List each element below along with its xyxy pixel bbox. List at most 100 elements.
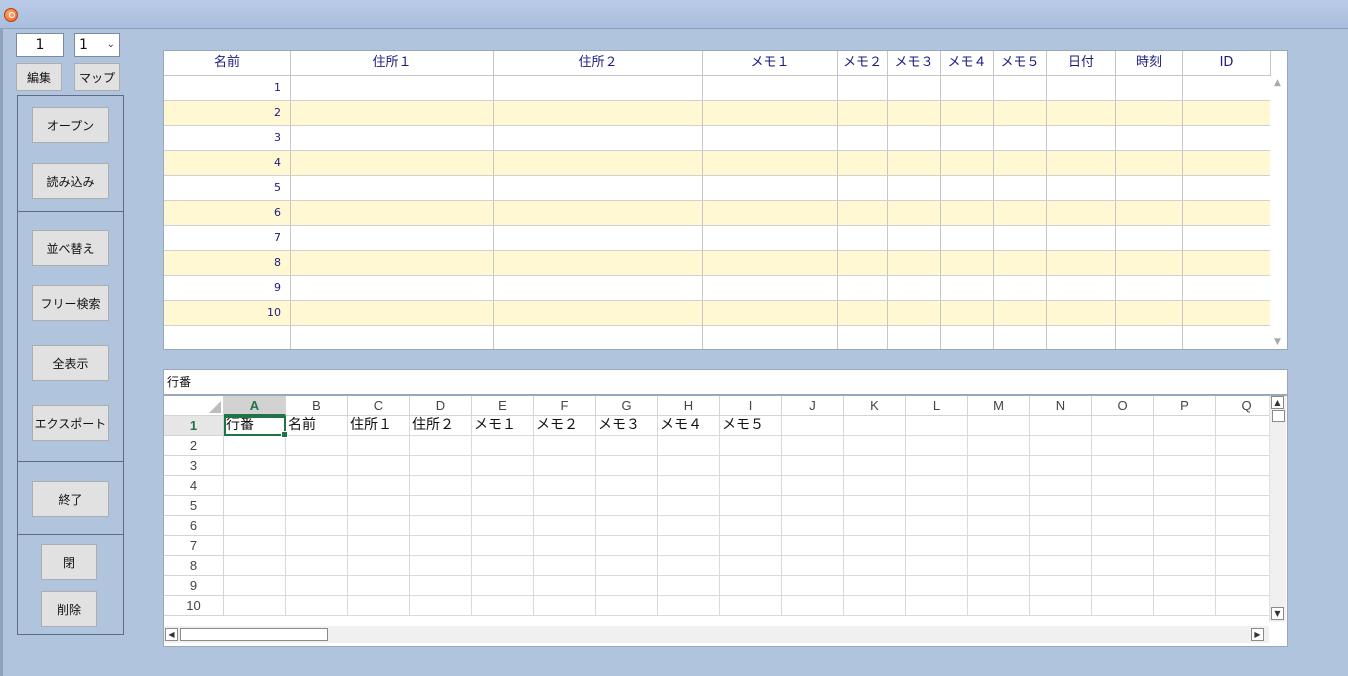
grid-cell[interactable]	[888, 276, 941, 300]
sheet-column-header[interactable]: F	[534, 396, 596, 416]
sheet-cell[interactable]	[658, 596, 720, 616]
sheet-row-header[interactable]: 1	[164, 416, 224, 436]
grid-cell[interactable]	[494, 151, 703, 175]
sheet-cell[interactable]	[534, 436, 596, 456]
spreadsheet[interactable]: ABCDEFGHIJKLMNOPQ 1 2 3 4 5 6 7 8 9 10 行番 名前 住所１ 住所２…	[163, 395, 1288, 647]
grid-cell[interactable]	[888, 126, 941, 150]
sheet-cell[interactable]	[1092, 536, 1154, 556]
sheet-cell[interactable]	[286, 456, 348, 476]
sheet-row-header[interactable]: 4	[164, 476, 224, 496]
sheet-cell[interactable]	[534, 576, 596, 596]
grid-cell[interactable]	[494, 301, 703, 325]
sheet-cell[interactable]	[286, 596, 348, 616]
sheet-cell[interactable]	[658, 516, 720, 536]
sheet-cell[interactable]	[1092, 576, 1154, 596]
sheet-cell[interactable]	[596, 576, 658, 596]
sheet-cell[interactable]	[1030, 496, 1092, 516]
sheet-cell[interactable]	[906, 416, 968, 436]
sheet-row-header[interactable]: 2	[164, 436, 224, 456]
grid-cell[interactable]	[994, 301, 1047, 325]
sheet-cell[interactable]	[782, 416, 844, 436]
sheet-cell[interactable]	[720, 516, 782, 536]
grid-cell[interactable]	[703, 301, 838, 325]
grid-cell[interactable]	[994, 226, 1047, 250]
delete-button[interactable]: 削除	[41, 591, 97, 627]
grid-cell[interactable]	[888, 251, 941, 275]
grid-row[interactable]: 2	[164, 101, 1271, 126]
sheet-cell[interactable]	[906, 496, 968, 516]
grid-cell[interactable]	[941, 151, 994, 175]
grid-cell[interactable]	[291, 151, 494, 175]
sheet-cell[interactable]	[968, 556, 1030, 576]
sheet-column-header[interactable]: P	[1154, 396, 1216, 416]
grid-cell[interactable]	[1047, 276, 1116, 300]
grid-cell[interactable]	[888, 226, 941, 250]
sheet-cell[interactable]	[1092, 456, 1154, 476]
sheet-cell[interactable]	[1154, 476, 1216, 496]
grid-cell[interactable]	[941, 176, 994, 200]
sheet-cell[interactable]	[410, 516, 472, 536]
sheet-cell[interactable]	[658, 576, 720, 596]
grid-cell[interactable]	[888, 76, 941, 100]
grid-cell[interactable]	[1116, 276, 1183, 300]
sheet-cell[interactable]	[906, 456, 968, 476]
grid-column-header[interactable]: メモ５	[994, 51, 1047, 76]
sheet-cell[interactable]	[906, 436, 968, 456]
sheet-row-header[interactable]: 5	[164, 496, 224, 516]
grid-cell[interactable]	[494, 76, 703, 100]
sheet-cell[interactable]	[844, 596, 906, 616]
grid-cell[interactable]	[1116, 201, 1183, 225]
sheet-cell[interactable]	[1154, 536, 1216, 556]
sheet-cell[interactable]	[1092, 496, 1154, 516]
sheet-cell[interactable]	[844, 576, 906, 596]
sheet-cell[interactable]	[286, 556, 348, 576]
sheet-cell[interactable]	[782, 456, 844, 476]
grid-cell[interactable]	[1183, 151, 1271, 175]
sheet-cell[interactable]	[534, 536, 596, 556]
sheet-cell[interactable]	[596, 496, 658, 516]
sheet-cell[interactable]	[1030, 456, 1092, 476]
grid-cell[interactable]	[703, 151, 838, 175]
sheet-cell[interactable]	[410, 456, 472, 476]
grid-cell[interactable]	[1116, 251, 1183, 275]
grid-cell[interactable]	[838, 326, 888, 349]
sheet-cell[interactable]	[844, 416, 906, 436]
sheet-column-header[interactable]: I	[720, 396, 782, 416]
sheet-cell[interactable]	[224, 456, 286, 476]
sheet-cell[interactable]	[348, 596, 410, 616]
grid-cell[interactable]	[888, 326, 941, 349]
grid-cell[interactable]	[1116, 151, 1183, 175]
grid-cell[interactable]	[1047, 101, 1116, 125]
cell-name-box[interactable]: 行番	[163, 369, 1288, 395]
grid-cell[interactable]	[291, 326, 494, 349]
sheet-cell[interactable]: メモ４	[658, 416, 720, 436]
sheet-cell[interactable]	[348, 436, 410, 456]
sheet-row-header[interactable]: 9	[164, 576, 224, 596]
sheet-cell[interactable]	[596, 596, 658, 616]
grid-cell[interactable]	[494, 201, 703, 225]
grid-cell[interactable]	[888, 176, 941, 200]
sheet-column-header[interactable]: M	[968, 396, 1030, 416]
grid-cell[interactable]	[1047, 176, 1116, 200]
grid-cell[interactable]	[941, 301, 994, 325]
grid-cell[interactable]	[1183, 201, 1271, 225]
grid-cell[interactable]	[1116, 301, 1183, 325]
sheet-cell[interactable]	[1030, 416, 1092, 436]
page-select[interactable]: 1 ⌄	[74, 33, 120, 57]
grid-cell[interactable]	[1183, 101, 1271, 125]
sheet-cell[interactable]	[968, 476, 1030, 496]
grid-column-header[interactable]: メモ２	[838, 51, 888, 76]
close-button[interactable]: 閉	[41, 544, 97, 580]
sheet-cell[interactable]	[1030, 556, 1092, 576]
sheet-column-header[interactable]: O	[1092, 396, 1154, 416]
grid-cell[interactable]	[703, 326, 838, 349]
grid-column-header[interactable]: 名前	[164, 51, 291, 76]
grid-row-number[interactable]: 1	[164, 76, 291, 100]
sheet-cell[interactable]	[1030, 536, 1092, 556]
sheet-cell[interactable]	[1030, 516, 1092, 536]
sheet-cell[interactable]	[1154, 556, 1216, 576]
select-all-corner[interactable]	[164, 396, 224, 416]
grid-row[interactable]: 9	[164, 276, 1271, 301]
sheet-cell[interactable]	[224, 536, 286, 556]
sheet-cell[interactable]	[410, 476, 472, 496]
